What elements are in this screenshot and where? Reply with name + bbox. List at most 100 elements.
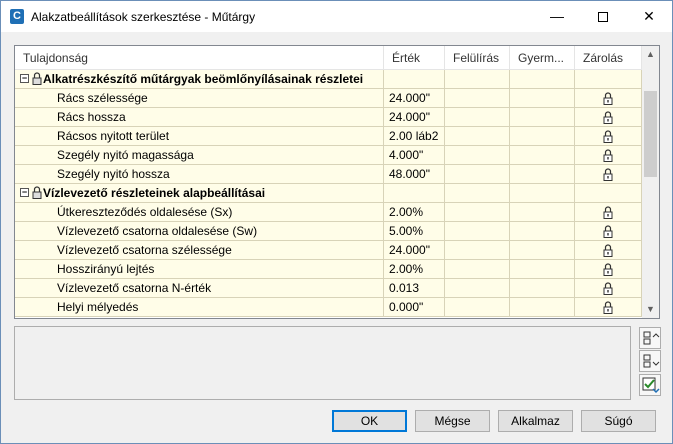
child-cell	[510, 203, 575, 222]
property-row[interactable]: Útkereszteződés oldalesése (Sx) 2.00%	[15, 203, 642, 222]
lock-icon[interactable]	[603, 111, 613, 126]
close-button[interactable]: ✕	[626, 1, 672, 32]
lock-icon[interactable]	[603, 130, 613, 145]
property-row[interactable]: Rács szélessége 24.000"	[15, 89, 642, 108]
category-row[interactable]: Vízlevezető részleteinek alapbeállításai…	[15, 184, 642, 203]
override-cell	[445, 298, 510, 317]
override-cell	[445, 127, 510, 146]
cancel-button[interactable]: Mégse	[415, 410, 490, 432]
ok-button[interactable]: OK	[332, 410, 407, 432]
lock-icon[interactable]	[603, 225, 613, 240]
maximize-button[interactable]	[580, 1, 626, 32]
collapse-all-button[interactable]	[639, 327, 661, 349]
collapse-toggle-icon[interactable]: −	[20, 188, 29, 197]
description-panel	[14, 326, 631, 400]
property-value[interactable]: 24.000"	[384, 89, 445, 108]
lock-cell	[575, 279, 642, 298]
property-row[interactable]: Hosszirányú lejtés 2.00%	[15, 260, 642, 279]
child-cell	[510, 184, 575, 203]
property-name: Vízlevezető csatorna oldalesése (Sw)	[15, 222, 384, 241]
property-row[interactable]: Szegély nyitó hossza 48.000"	[15, 165, 642, 184]
property-value[interactable]: 48.000"	[384, 165, 445, 184]
property-row[interactable]: Vízlevezető csatorna oldalesése (Sw) 5.00…	[15, 222, 642, 241]
column-header-value[interactable]: Érték	[384, 46, 445, 70]
minimize-button[interactable]: —	[534, 1, 580, 32]
lock-cell	[575, 203, 642, 222]
lock-cell	[575, 165, 642, 184]
label-text: Alkatrészkészítő műtárgyak beömlőnyílása…	[43, 72, 364, 86]
property-value[interactable]: 24.000"	[384, 108, 445, 127]
lock-icon[interactable]	[603, 168, 613, 183]
scroll-down-icon[interactable]: ▼	[642, 301, 659, 318]
lock-icon[interactable]	[603, 92, 613, 107]
property-value[interactable]	[384, 70, 445, 89]
lock-icon[interactable]	[603, 244, 613, 259]
property-row[interactable]: Vízlevezető csatorna szélessége 24.000"	[15, 241, 642, 260]
override-cell	[445, 108, 510, 127]
column-header-child[interactable]: Gyerm...	[510, 46, 575, 70]
child-cell	[510, 70, 575, 89]
lock-icon[interactable]	[603, 149, 613, 164]
property-value[interactable]: 2.00%	[384, 260, 445, 279]
lock-icon[interactable]	[603, 301, 613, 316]
expand-all-button[interactable]	[639, 350, 661, 372]
child-cell	[510, 108, 575, 127]
property-value[interactable]: 2.00 láb2	[384, 127, 445, 146]
scroll-up-icon[interactable]: ▲	[642, 46, 659, 63]
lock-cell	[575, 184, 642, 203]
child-cell	[510, 260, 575, 279]
column-header-override[interactable]: Felülírás	[445, 46, 510, 70]
collapse-icon	[643, 331, 660, 345]
property-row[interactable]: Vízlevezető csatorna N-érték 0.013	[15, 279, 642, 298]
child-cell	[510, 222, 575, 241]
column-header-lock[interactable]: Zárolás	[575, 46, 642, 70]
app-icon: C	[10, 9, 24, 24]
lock-cell	[575, 89, 642, 108]
property-row[interactable]: Helyi mélyedés 0.000"	[15, 298, 642, 317]
child-cell	[510, 127, 575, 146]
column-header-property[interactable]: Tulajdonság	[15, 46, 384, 70]
property-name: Útkereszteződés oldalesése (Sx)	[15, 203, 384, 222]
property-value[interactable]: 24.000"	[384, 241, 445, 260]
category-row[interactable]: Alkatrészkészítő műtárgyak beömlőnyílása…	[15, 70, 642, 89]
collapse-toggle-icon[interactable]: −	[20, 74, 29, 83]
help-button[interactable]: Súgó	[581, 410, 656, 432]
property-value[interactable]: 0.013	[384, 279, 445, 298]
lock-cell	[575, 127, 642, 146]
title-bar[interactable]: C Alakzatbeállítások szerkesztése - Műtá…	[1, 1, 672, 32]
check-all-button[interactable]	[639, 374, 661, 396]
scroll-thumb[interactable]	[644, 91, 657, 177]
property-row[interactable]: Rács hossza 24.000"	[15, 108, 642, 127]
lock-icon[interactable]	[603, 206, 613, 221]
property-name: Helyi mélyedés	[15, 298, 384, 317]
lock-cell	[575, 222, 642, 241]
lock-cell	[575, 108, 642, 127]
label-text: Vízlevezető csatorna N-érték	[57, 281, 212, 295]
lock-icon[interactable]	[603, 282, 613, 297]
maximize-icon	[598, 12, 608, 23]
property-name: Rács hossza	[15, 108, 384, 127]
label-text: Vízlevezető csatorna oldalesése (Sw)	[57, 224, 258, 238]
property-value[interactable]: 2.00%	[384, 203, 445, 222]
apply-button[interactable]: Alkalmaz	[498, 410, 573, 432]
category-label: Vízlevezető részleteinek alapbeállításai…	[15, 184, 384, 203]
dialog-window: C Alakzatbeállítások szerkesztése - Műtá…	[0, 0, 673, 444]
category-lock-icon	[32, 72, 42, 85]
property-row[interactable]: Szegély nyitó magassága 4.000"	[15, 146, 642, 165]
child-cell	[510, 165, 575, 184]
label-text: Útkereszteződés oldalesése (Sx)	[57, 205, 233, 219]
property-value[interactable]: 4.000"	[384, 146, 445, 165]
label-text: Helyi mélyedés	[57, 300, 139, 314]
property-value[interactable]: 5.00%	[384, 222, 445, 241]
property-name: Rácsos nyitott terület	[15, 127, 384, 146]
child-cell	[510, 89, 575, 108]
lock-icon[interactable]	[603, 263, 613, 278]
label-text: Szegély nyitó hossza	[57, 167, 170, 181]
property-value[interactable]: 0.000"	[384, 298, 445, 317]
property-row[interactable]: Rácsos nyitott terület 2.00 láb2	[15, 127, 642, 146]
override-cell	[445, 241, 510, 260]
override-cell	[445, 203, 510, 222]
label-text: Hosszirányú lejtés	[57, 262, 155, 276]
property-value[interactable]	[384, 184, 445, 203]
vertical-scrollbar[interactable]: ▲ ▼	[642, 46, 659, 318]
